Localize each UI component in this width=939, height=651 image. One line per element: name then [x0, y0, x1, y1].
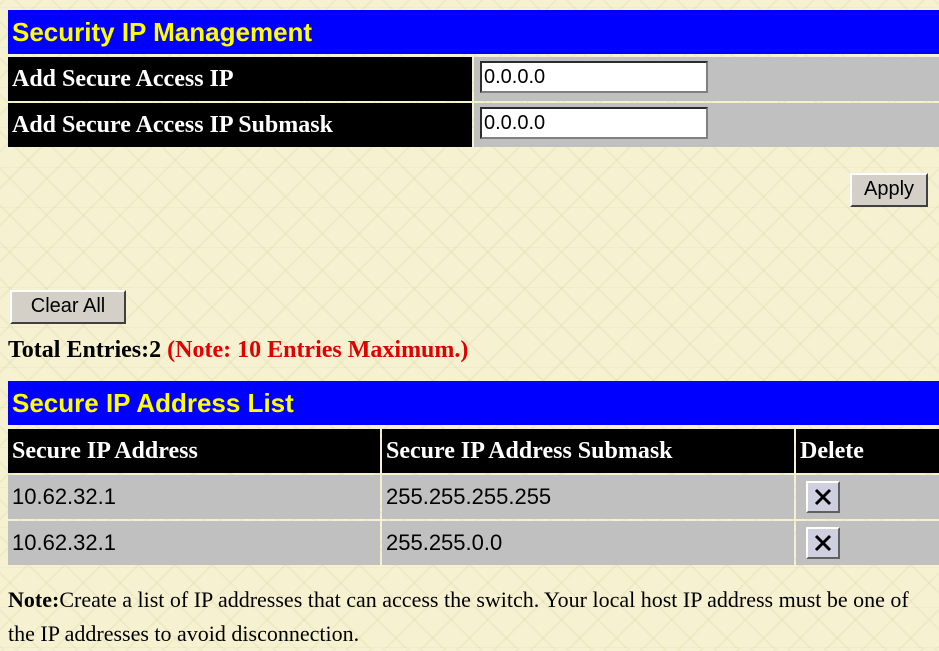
column-header-delete: Delete	[796, 429, 939, 473]
footnote: Note:Create a list of IP addresses that …	[8, 583, 928, 651]
list-title: Secure IP Address List	[8, 381, 939, 425]
table-row: 10.62.32.1 255.255.0.0	[8, 521, 939, 565]
table-row: 10.62.32.1 255.255.255.255	[8, 475, 939, 519]
delete-x-icon	[814, 534, 832, 552]
footnote-text: Create a list of IP addresses that can a…	[8, 587, 909, 646]
add-submask-label: Add Secure Access IP Submask	[8, 103, 472, 147]
total-entries: Total Entries:2 (Note: 10 Entries Maximu…	[8, 337, 468, 364]
delete-x-icon	[814, 488, 832, 506]
add-ip-input[interactable]	[480, 61, 708, 93]
add-ip-row: Add Secure Access IP	[8, 57, 939, 101]
column-header-ip: Secure IP Address	[8, 429, 380, 473]
add-submask-input[interactable]	[480, 107, 708, 139]
clear-all-button[interactable]: Clear All	[10, 290, 126, 324]
add-ip-label: Add Secure Access IP	[8, 57, 472, 101]
row-submask: 255.255.0.0	[382, 521, 794, 565]
row-delete-cell	[796, 521, 939, 565]
delete-button[interactable]	[806, 527, 840, 559]
page-title: Security IP Management	[8, 10, 939, 54]
total-entries-count: Total Entries:2	[8, 337, 162, 363]
row-ip: 10.62.32.1	[8, 521, 380, 565]
table-header: Secure IP Address Secure IP Address Subm…	[8, 429, 939, 473]
max-entries-note: (Note: 10 Entries Maximum.)	[167, 337, 469, 363]
column-header-submask: Secure IP Address Submask	[382, 429, 794, 473]
row-ip: 10.62.32.1	[8, 475, 380, 519]
row-delete-cell	[796, 475, 939, 519]
row-submask: 255.255.255.255	[382, 475, 794, 519]
add-ip-cell	[474, 57, 939, 101]
add-submask-cell	[474, 103, 939, 147]
apply-button[interactable]: Apply	[850, 173, 928, 207]
footnote-label: Note:	[8, 587, 60, 612]
delete-button[interactable]	[806, 481, 840, 513]
add-submask-row: Add Secure Access IP Submask	[8, 103, 939, 147]
